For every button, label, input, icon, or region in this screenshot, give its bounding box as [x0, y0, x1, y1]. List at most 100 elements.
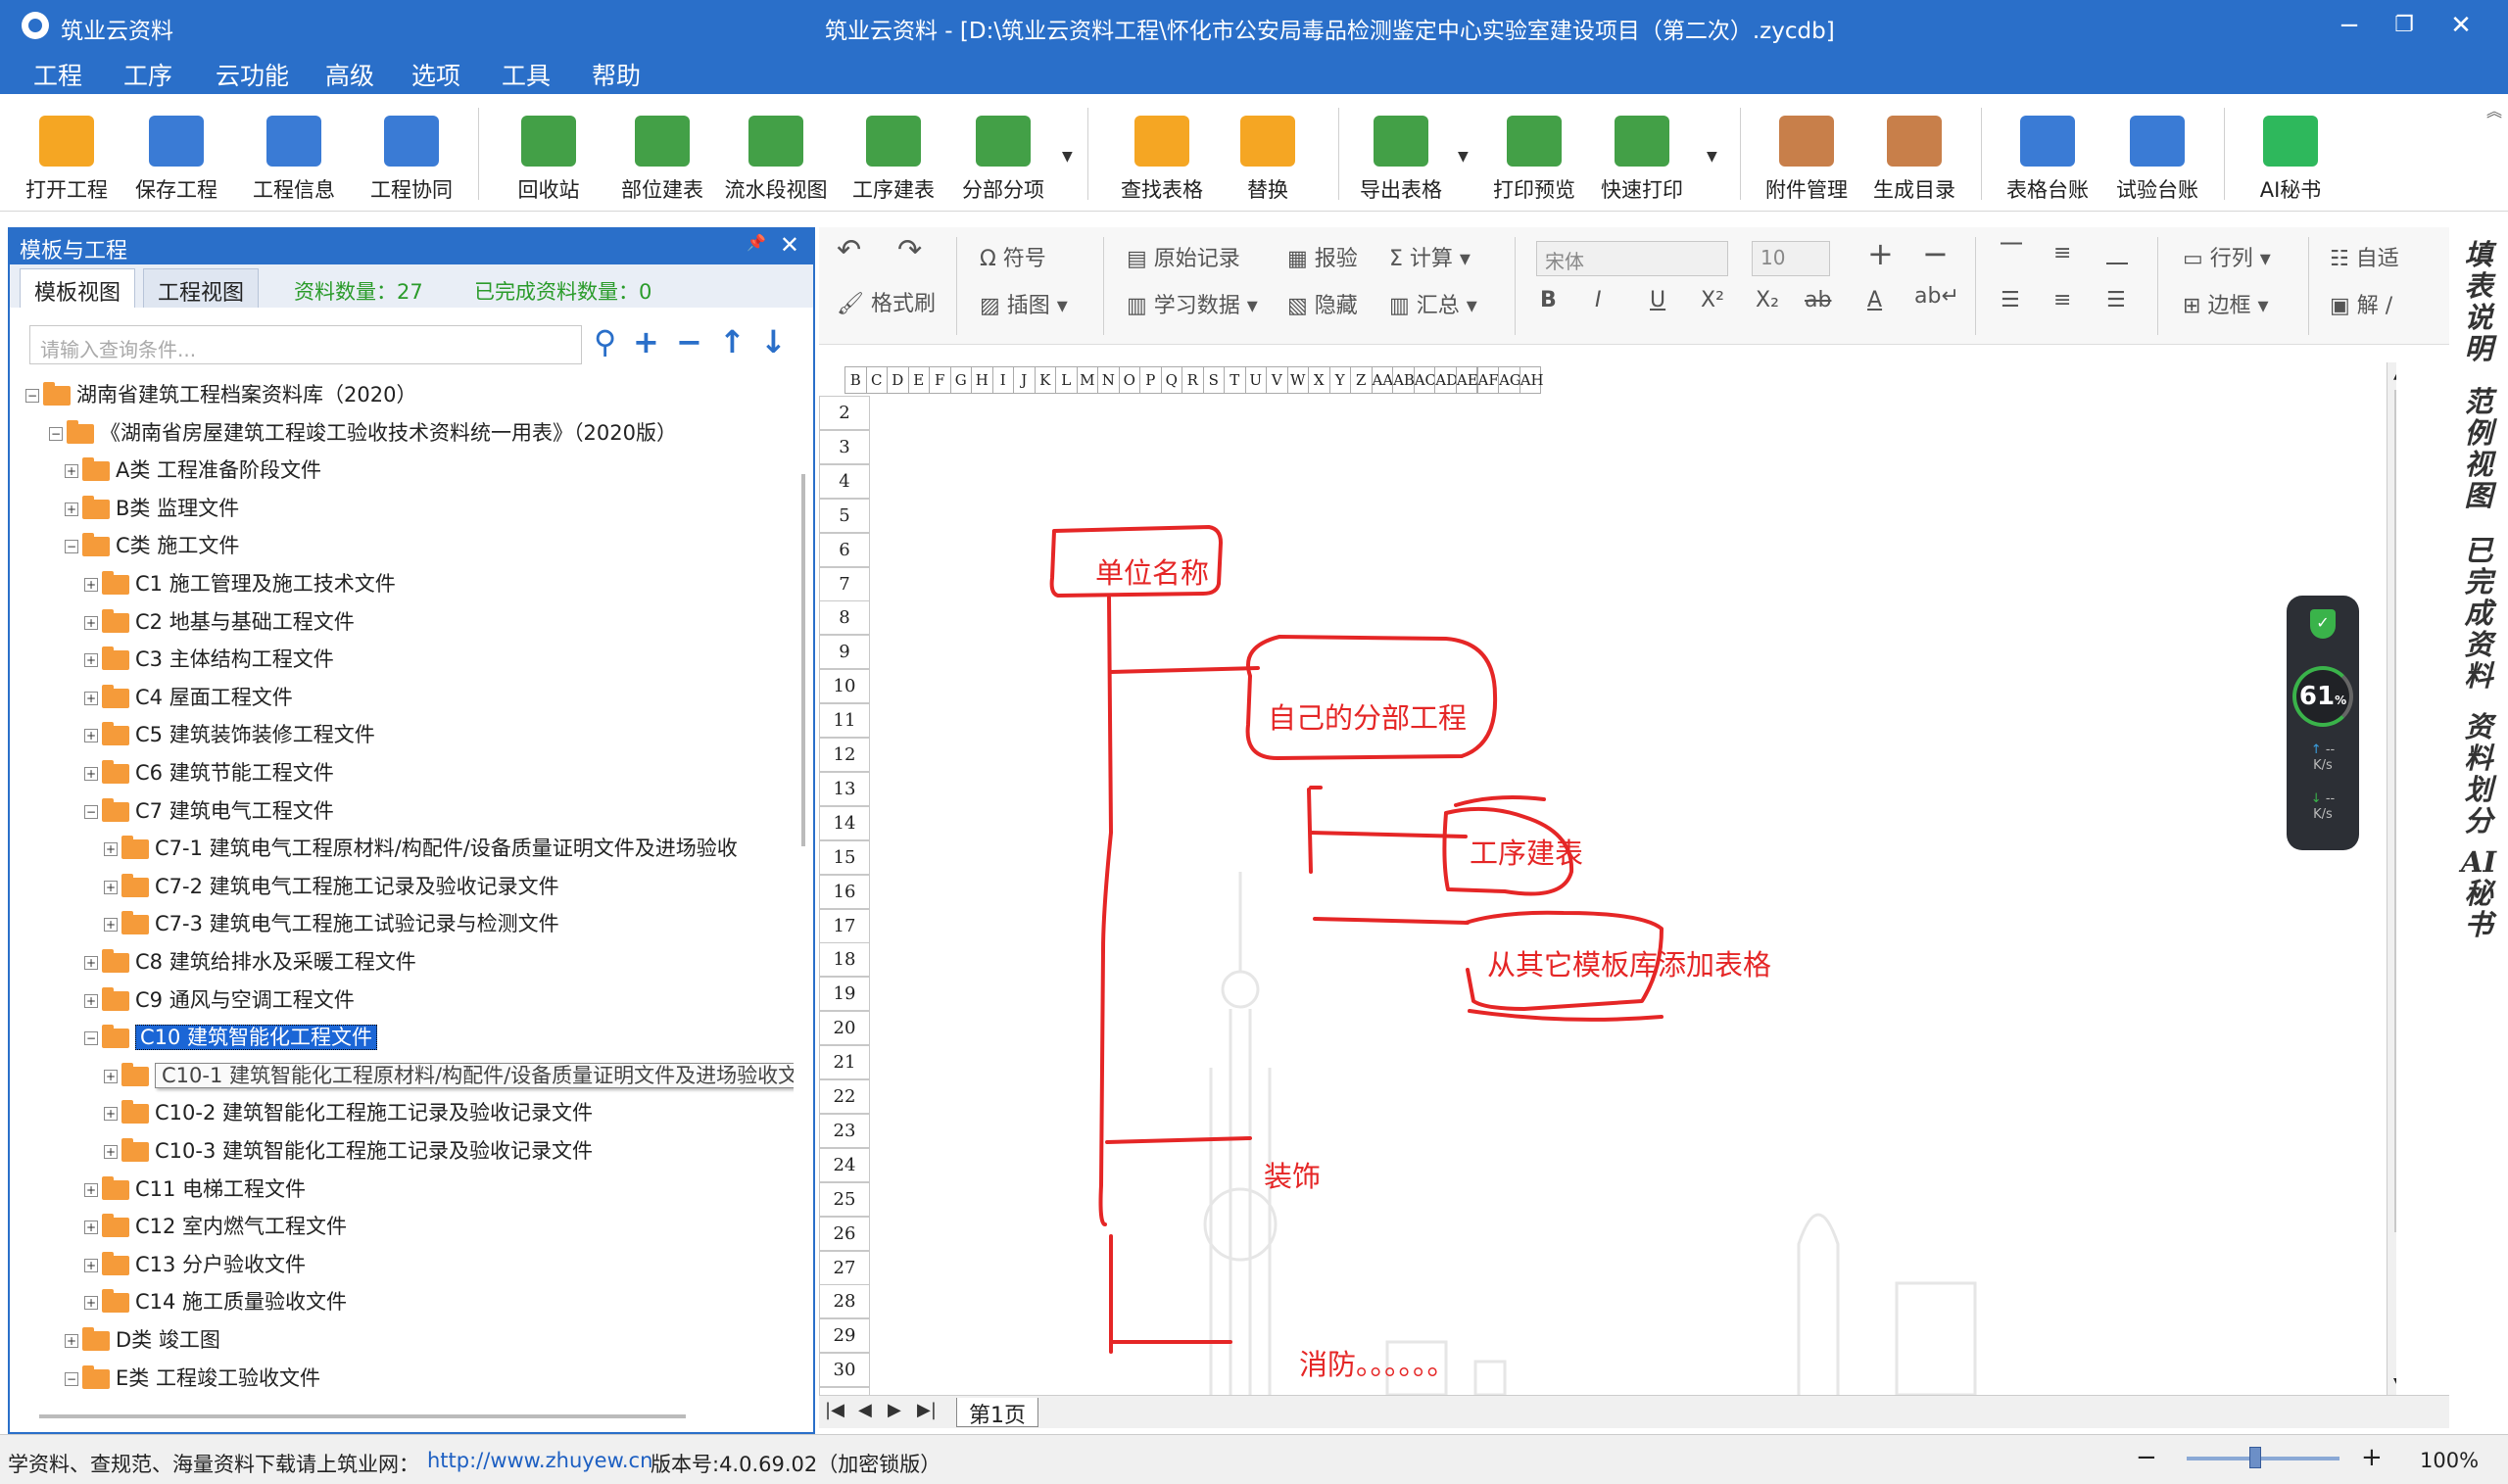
summary-button[interactable]: ▥ 汇总 ▾ [1389, 288, 1477, 319]
expand-icon[interactable]: + [104, 1069, 118, 1083]
tab-project-view[interactable]: 工程视图 [143, 268, 260, 308]
border-button[interactable]: ⊞ 边框 ▾ [2183, 288, 2269, 319]
scroll-down-icon[interactable]: ▼ [2393, 1375, 2396, 1391]
tree-node[interactable]: + C1 施工管理及施工技术文件 [84, 565, 396, 602]
move-up-icon[interactable]: ↑ [719, 323, 746, 360]
remove-icon[interactable]: − [676, 323, 702, 360]
insert-image-button[interactable]: ▨ 插图 ▾ [980, 288, 1068, 319]
tree-node[interactable]: + C3 主体结构工程文件 [84, 641, 334, 678]
align-bottom-icon[interactable]: ⎽ [2106, 241, 2128, 265]
tree-node[interactable]: − C7 建筑电气工程文件 [84, 792, 334, 830]
expand-icon[interactable]: + [104, 842, 118, 857]
expand-icon[interactable]: + [65, 464, 78, 479]
ribbon-button-handshake[interactable]: 工程协同 [357, 94, 466, 212]
row-column-button[interactable]: ▭ 行列 ▾ [2183, 241, 2271, 272]
expand-icon[interactable]: + [84, 1182, 98, 1197]
restore-button[interactable]: ❐ [2385, 8, 2424, 43]
tree-node[interactable]: + C14 施工质量验收文件 [84, 1283, 347, 1320]
scroll-up-icon[interactable]: ▲ [2393, 366, 2396, 382]
previous-sheet-button[interactable]: ◀ [858, 1400, 872, 1420]
report-button[interactable]: ▦ 报验 [1287, 241, 1358, 272]
font-color-button[interactable]: A [1867, 288, 1882, 312]
expand-icon[interactable]: + [84, 1258, 98, 1272]
tree-node[interactable]: + C5 建筑装饰装修工程文件 [84, 716, 375, 753]
expand-icon[interactable]: + [65, 502, 78, 516]
increase-font-button[interactable]: + [1867, 235, 1894, 272]
move-down-icon[interactable]: ↓ [760, 323, 787, 360]
original-record-button[interactable]: ▤ 原始记录 [1127, 241, 1240, 272]
menu-help[interactable]: 帮助 [592, 57, 641, 92]
zoom-slider[interactable] [2187, 1457, 2339, 1460]
zoom-out-button[interactable]: − [2136, 1443, 2157, 1472]
next-sheet-button[interactable]: ▶ [888, 1400, 901, 1420]
format-painter-button[interactable]: 🖌 格式刷 [837, 286, 936, 317]
close-button[interactable]: ✕ [2441, 8, 2481, 43]
ribbon-button-catalog[interactable]: 生成目录 [1859, 94, 1969, 212]
tree-node[interactable]: + C6 建筑节能工程文件 [84, 754, 334, 791]
tree-node[interactable]: − 湖南省建筑工程档案资料库（2020） [25, 376, 416, 413]
ribbon-button-process-table[interactable]: 工序建表 [839, 94, 948, 212]
italic-button[interactable]: I [1595, 288, 1602, 312]
expand-icon[interactable]: + [84, 729, 98, 743]
scrollbar-thumb[interactable] [2394, 390, 2396, 1232]
tree-node[interactable]: + C7-2 建筑电气工程施工记录及验收记录文件 [104, 868, 559, 905]
tree-node[interactable]: + D类 竣工图 [65, 1321, 220, 1359]
tree-node[interactable]: + B类 监理文件 [65, 490, 239, 527]
expand-icon[interactable]: + [84, 615, 98, 630]
spreadsheet[interactable]: B C D E F G H I J K L M N O P Q R S T U V W X Y Z AA AB AC AD AE AF AG A… [819, 362, 2396, 1395]
sheet-tab-page-1[interactable]: 第1页 [956, 1398, 1038, 1428]
ribbon-button-print-preview[interactable]: 打印预览 [1479, 94, 1589, 212]
align-top-icon[interactable]: ⎺ [2001, 241, 2022, 265]
ribbon-button-test-ledger[interactable]: 试验台账 [2102, 94, 2212, 212]
calculate-button[interactable]: Σ 计算 ▾ [1389, 241, 1471, 272]
pin-icon[interactable]: 📌 [747, 233, 766, 252]
ribbon-button-building-info[interactable]: 工程信息 [239, 94, 349, 212]
menu-advanced[interactable]: 高级 [325, 57, 374, 92]
text-wrap-icon[interactable]: ab↵ [1914, 284, 1959, 309]
tree-node[interactable]: + A类 工程准备阶段文件 [65, 452, 321, 489]
bold-button[interactable]: B [1540, 288, 1557, 312]
tab-template-view[interactable]: 模板视图 [20, 268, 136, 308]
symbol-button[interactable]: Ω 符号 [980, 241, 1046, 272]
tree-node[interactable]: + C11 电梯工程文件 [84, 1171, 306, 1208]
tree-node[interactable]: + C12 室内燃气工程文件 [84, 1208, 347, 1245]
collapse-icon[interactable]: − [49, 426, 63, 441]
underline-button[interactable]: U [1650, 288, 1665, 312]
sidebar-fill-instructions[interactable]: 填表说明 [2459, 239, 2498, 364]
chevron-down-icon[interactable]: ▼ [1707, 149, 1722, 165]
zoom-slider-thumb[interactable] [2249, 1447, 2261, 1468]
explain-button[interactable]: ▣ 解 / [2330, 288, 2392, 319]
collapse-icon[interactable]: − [84, 1031, 98, 1046]
strikethrough-button[interactable]: ab [1805, 288, 1831, 312]
tree-node[interactable]: − C10 建筑智能化工程文件 [84, 1019, 378, 1056]
ribbon-button-save[interactable]: 保存工程 [121, 94, 231, 212]
expand-icon[interactable]: + [84, 653, 98, 668]
decrease-font-button[interactable]: − [1922, 235, 1949, 272]
collapse-icon[interactable]: − [65, 540, 78, 554]
tree-node[interactable]: + C10-2 建筑智能化工程施工记录及验收记录文件 [104, 1094, 593, 1131]
ribbon-button-recycle-bin[interactable]: 回收站 [494, 94, 603, 212]
ribbon-button-table-ledger[interactable]: 表格台账 [1993, 94, 2102, 212]
sidebar-completed-docs[interactable]: 已完成资料 [2459, 535, 2498, 692]
tree-node[interactable]: − 《湖南省房屋建筑工程竣工验收技术资料统一用表》（2020版） [49, 414, 677, 452]
expand-icon[interactable]: + [104, 1107, 118, 1122]
tree-node[interactable]: + C7-1 建筑电气工程原材料/构配件/设备质量证明文件及进场验收 [104, 830, 738, 867]
tree-node[interactable]: + C2 地基与基础工程文件 [84, 603, 355, 641]
expand-icon[interactable]: + [65, 1334, 78, 1348]
tree-horizontal-scrollbar[interactable] [39, 1414, 686, 1418]
tree-scrollbar[interactable] [801, 474, 805, 846]
tree-node[interactable]: + C8 建筑给排水及采暖工程文件 [84, 943, 416, 981]
sheet-vertical-scrollbar[interactable]: ▲ ▼ [2387, 362, 2396, 1395]
minimize-button[interactable]: − [2330, 8, 2369, 43]
sidebar-doc-division[interactable]: 资料划分 [2459, 711, 2498, 837]
ribbon-button-printer[interactable]: 快速打印 [1587, 94, 1697, 212]
font-family-select[interactable]: 宋体 [1536, 241, 1728, 276]
superscript-button[interactable]: X² [1701, 288, 1724, 312]
subscript-button[interactable]: X₂ [1756, 288, 1779, 312]
menu-process[interactable]: 工序 [123, 57, 172, 92]
expand-icon[interactable]: + [84, 956, 98, 970]
auto-fit-button[interactable]: ☷ 自适 [2330, 241, 2399, 272]
zoom-in-button[interactable]: + [2361, 1443, 2383, 1472]
first-sheet-button[interactable]: |◀ [825, 1400, 844, 1420]
chevron-up-icon[interactable]: ︽ [2486, 98, 2502, 121]
